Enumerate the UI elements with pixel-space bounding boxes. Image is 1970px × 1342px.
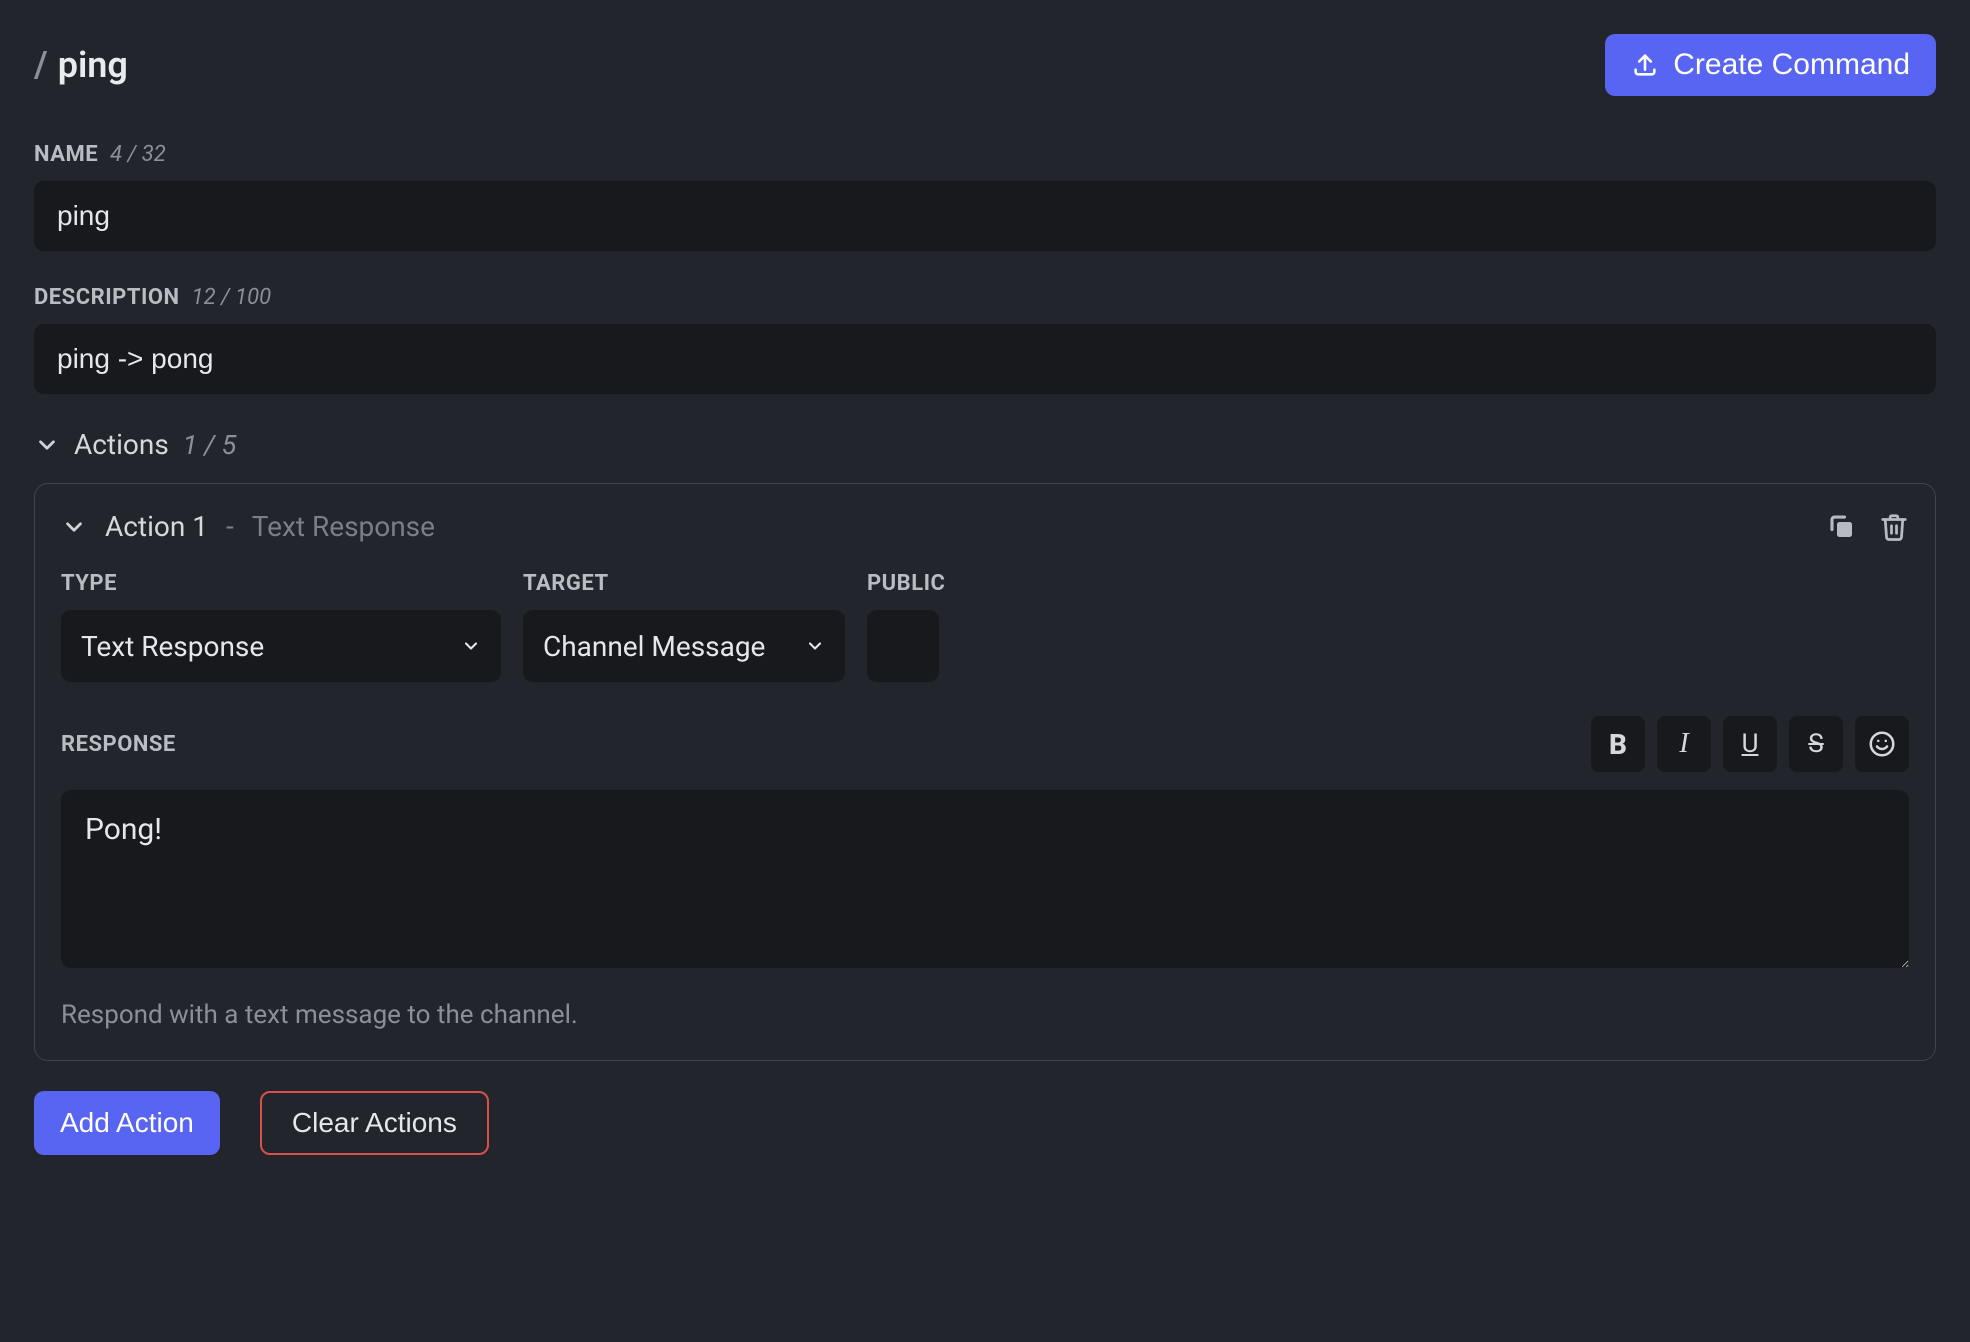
actions-section-header: Actions 1 / 5 xyxy=(34,428,1936,461)
strike-button[interactable]: S xyxy=(1789,716,1843,772)
upload-icon xyxy=(1631,51,1659,79)
target-selected: Channel Message xyxy=(543,630,765,663)
add-action-button[interactable]: Add Action xyxy=(34,1091,220,1155)
command-title: / ping xyxy=(34,44,128,86)
chevron-down-icon xyxy=(461,636,481,656)
page-header: / ping Create Command xyxy=(34,34,1936,96)
public-label: PUBLIC xyxy=(867,571,945,596)
description-input[interactable] xyxy=(34,324,1936,394)
clear-actions-label: Clear Actions xyxy=(292,1107,457,1138)
copy-icon xyxy=(1827,512,1857,542)
type-selected: Text Response xyxy=(81,630,264,663)
slash-prefix: / xyxy=(34,44,48,86)
action-dash: - xyxy=(226,510,234,543)
italic-button[interactable]: I xyxy=(1657,716,1711,772)
type-label: TYPE xyxy=(61,571,501,596)
emoji-icon xyxy=(1867,729,1897,759)
action-title: Action 1 xyxy=(105,510,208,543)
underline-icon: U xyxy=(1742,729,1759,759)
actions-collapse-toggle[interactable] xyxy=(34,432,60,458)
name-label: NAME xyxy=(34,142,98,167)
description-counter: 12 / 100 xyxy=(192,285,272,310)
bold-icon: B xyxy=(1609,728,1627,761)
type-select[interactable]: Text Response xyxy=(61,610,501,682)
clear-actions-button[interactable]: Clear Actions xyxy=(260,1091,489,1155)
command-name: ping xyxy=(58,44,128,86)
underline-button[interactable]: U xyxy=(1723,716,1777,772)
description-field-group: DESCRIPTION 12 / 100 xyxy=(34,285,1936,394)
response-textarea[interactable] xyxy=(61,790,1909,968)
public-checkbox[interactable] xyxy=(867,610,939,682)
add-action-label: Add Action xyxy=(60,1107,194,1138)
name-field-group: NAME 4 / 32 xyxy=(34,142,1936,251)
response-label: RESPONSE xyxy=(61,732,176,757)
bold-button[interactable]: B xyxy=(1591,716,1645,772)
trash-icon xyxy=(1879,512,1909,542)
format-toolbar: B I U S xyxy=(1591,716,1909,772)
action-card-header: Action 1 - Text Response xyxy=(61,510,1909,543)
action-card: Action 1 - Text Response xyxy=(34,483,1936,1061)
strikethrough-icon: S xyxy=(1808,729,1823,759)
target-select[interactable]: Channel Message xyxy=(523,610,845,682)
emoji-button[interactable] xyxy=(1855,716,1909,772)
actions-title: Actions xyxy=(74,428,169,461)
target-label: TARGET xyxy=(523,571,845,596)
action-collapse-toggle[interactable] xyxy=(61,514,87,540)
action-subtitle: Text Response xyxy=(252,510,435,543)
name-counter: 4 / 32 xyxy=(110,142,166,167)
name-input[interactable] xyxy=(34,181,1936,251)
action-help-text: Respond with a text message to the chann… xyxy=(61,1000,1909,1030)
description-label: DESCRIPTION xyxy=(34,285,180,310)
actions-counter: 1 / 5 xyxy=(183,429,237,461)
create-command-label: Create Command xyxy=(1673,48,1910,82)
italic-icon: I xyxy=(1679,728,1688,760)
chevron-down-icon xyxy=(805,636,825,656)
create-command-button[interactable]: Create Command xyxy=(1605,34,1936,96)
duplicate-action-button[interactable] xyxy=(1827,512,1857,542)
delete-action-button[interactable] xyxy=(1879,512,1909,542)
